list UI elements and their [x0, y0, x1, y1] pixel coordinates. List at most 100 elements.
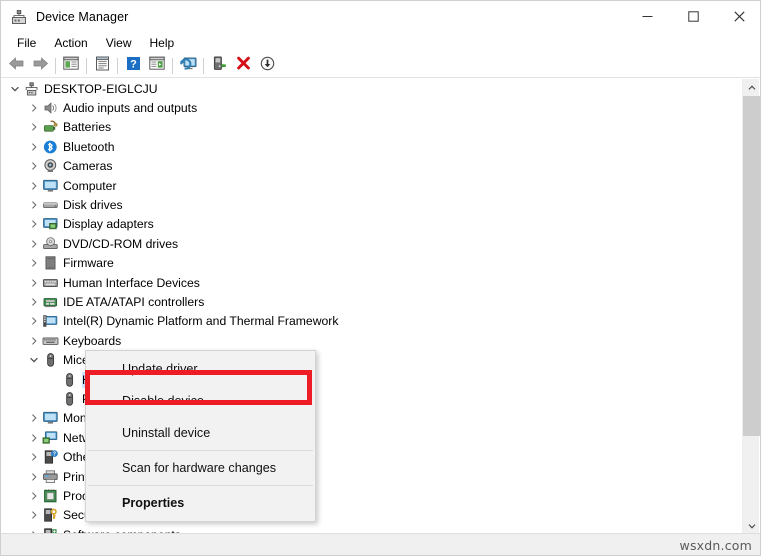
scroll-up-button[interactable]: [743, 79, 760, 96]
chevron-right-icon[interactable]: [26, 510, 42, 520]
menu-view[interactable]: View: [97, 34, 141, 52]
uninstall-device-button[interactable]: [231, 55, 255, 77]
minimize-button[interactable]: [624, 1, 670, 32]
security-device-icon: [42, 507, 59, 523]
tree-label: Human Interface Devices: [63, 275, 200, 290]
chevron-down-icon[interactable]: [7, 84, 23, 94]
firmware-icon: [42, 255, 59, 271]
forward-button[interactable]: [28, 55, 52, 77]
tree-label: Mon: [63, 411, 87, 426]
tree-node-dvd-cd-rom-drives[interactable]: DVD/CD-ROM drives: [2, 234, 744, 253]
toolbar-separator: [203, 57, 204, 74]
question-mark-icon: ?: [126, 56, 141, 76]
display-adapter-icon: [42, 216, 59, 232]
monitor-icon: [42, 178, 59, 194]
chevron-right-icon[interactable]: [26, 103, 42, 113]
properties-button[interactable]: [90, 55, 114, 77]
chevron-right-icon[interactable]: [26, 142, 42, 152]
tree-node-computer[interactable]: Computer: [2, 176, 744, 195]
tree-label: Cameras: [63, 159, 113, 174]
mouse-icon: [61, 372, 78, 388]
console-tree-icon: [63, 56, 79, 76]
ctx-uninstall-device[interactable]: Uninstall device: [86, 417, 315, 449]
chevron-down-icon[interactable]: [26, 355, 42, 365]
tree-label: Batteries: [63, 120, 112, 135]
tree-node-audio-inputs-and-outputs[interactable]: Audio inputs and outputs: [2, 98, 744, 117]
maximize-button[interactable]: [670, 1, 716, 32]
chevron-right-icon[interactable]: [26, 161, 42, 171]
printer-icon: [42, 469, 59, 485]
camera-icon: [42, 158, 59, 174]
properties-page-icon: [95, 56, 110, 76]
toolbar-separator: [86, 57, 87, 74]
chevron-right-icon[interactable]: [26, 278, 42, 288]
show-hide-console-tree-button[interactable]: [59, 55, 83, 77]
chevron-right-icon[interactable]: [26, 219, 42, 229]
toolbar-separator: [55, 57, 56, 74]
tree-node-cameras[interactable]: Cameras: [2, 157, 744, 176]
keyboard-icon: [42, 333, 59, 349]
thermal-framework-icon: [42, 313, 59, 329]
tree-label: Bluetooth: [63, 139, 115, 154]
hid-icon: [42, 275, 59, 291]
device-manager-window: Device Manager File Action View Help ? D…: [0, 0, 761, 556]
update-driver-button[interactable]: [176, 55, 200, 77]
tree-label: Display adapters: [63, 217, 154, 232]
back-arrow-icon: [8, 56, 25, 76]
window-controls: [624, 1, 760, 32]
tree-node-human-interface-devices[interactable]: Human Interface Devices: [2, 273, 744, 292]
scrollbar-thumb[interactable]: [743, 96, 760, 436]
window-title: Device Manager: [36, 9, 129, 24]
ctx-scan-for-hardware-changes[interactable]: Scan for hardware changes: [86, 452, 315, 484]
speaker-icon: [42, 100, 59, 116]
menu-action[interactable]: Action: [45, 34, 96, 52]
chevron-right-icon[interactable]: [26, 200, 42, 210]
ctx-update-driver[interactable]: Update driver: [86, 353, 315, 385]
action-menu-button[interactable]: [145, 55, 169, 77]
action-window-icon: [149, 56, 165, 76]
close-button[interactable]: [716, 1, 760, 32]
chevron-right-icon[interactable]: [26, 258, 42, 268]
tree-node-bluetooth[interactable]: Bluetooth: [2, 137, 744, 156]
menu-bar: File Action View Help: [1, 32, 760, 54]
chevron-right-icon[interactable]: [26, 297, 42, 307]
ctx-disable-device[interactable]: Disable device: [86, 385, 315, 417]
help-button[interactable]: ?: [121, 55, 145, 77]
tree-label: Disk drives: [63, 198, 123, 213]
tree-node-intel-dynamic-platform-and-thermal-framework[interactable]: Intel(R) Dynamic Platform and Thermal Fr…: [2, 312, 744, 331]
vertical-scrollbar[interactable]: [742, 79, 760, 534]
tree-node-root[interactable]: DESKTOP-EIGLCJU: [2, 79, 744, 98]
tree-node-disk-drives[interactable]: Disk drives: [2, 195, 744, 214]
tree-label: Computer: [63, 178, 117, 193]
chevron-right-icon[interactable]: [26, 181, 42, 191]
back-button[interactable]: [4, 55, 28, 77]
tree-node-ide-ata-atapi-controllers[interactable]: IDE ATA/ATAPI controllers: [2, 292, 744, 311]
ctx-properties[interactable]: Properties: [86, 487, 315, 519]
optical-drive-icon: [42, 236, 59, 252]
chevron-right-icon[interactable]: [26, 336, 42, 346]
chevron-right-icon[interactable]: [26, 239, 42, 249]
chevron-right-icon[interactable]: [26, 413, 42, 423]
toolbar-separator: [172, 57, 173, 74]
tree-node-keyboards[interactable]: Keyboards: [2, 331, 744, 350]
tree-node-firmware[interactable]: Firmware: [2, 254, 744, 273]
chevron-right-icon[interactable]: [26, 316, 42, 326]
menu-help[interactable]: Help: [141, 34, 184, 52]
tree-label: Firmware: [63, 256, 114, 271]
tree-label: Intel(R) Dynamic Platform and Thermal Fr…: [63, 314, 339, 329]
toolbar-separator: [117, 57, 118, 74]
title-bar: Device Manager: [1, 1, 760, 32]
scan-hardware-changes-button[interactable]: [255, 55, 279, 77]
chevron-right-icon[interactable]: [26, 122, 42, 132]
menu-file[interactable]: File: [8, 34, 45, 52]
disable-device-button[interactable]: [207, 55, 231, 77]
chevron-right-icon[interactable]: [26, 472, 42, 482]
tree-node-batteries[interactable]: Batteries: [2, 118, 744, 137]
chevron-right-icon[interactable]: [26, 433, 42, 443]
tree-node-display-adapters[interactable]: Display adapters: [2, 215, 744, 234]
chevron-right-icon[interactable]: [26, 491, 42, 501]
context-menu: Update driver Disable device Uninstall d…: [85, 350, 316, 522]
mouse-icon: [61, 391, 78, 407]
scroll-down-button[interactable]: [743, 517, 760, 534]
chevron-right-icon[interactable]: [26, 452, 42, 462]
